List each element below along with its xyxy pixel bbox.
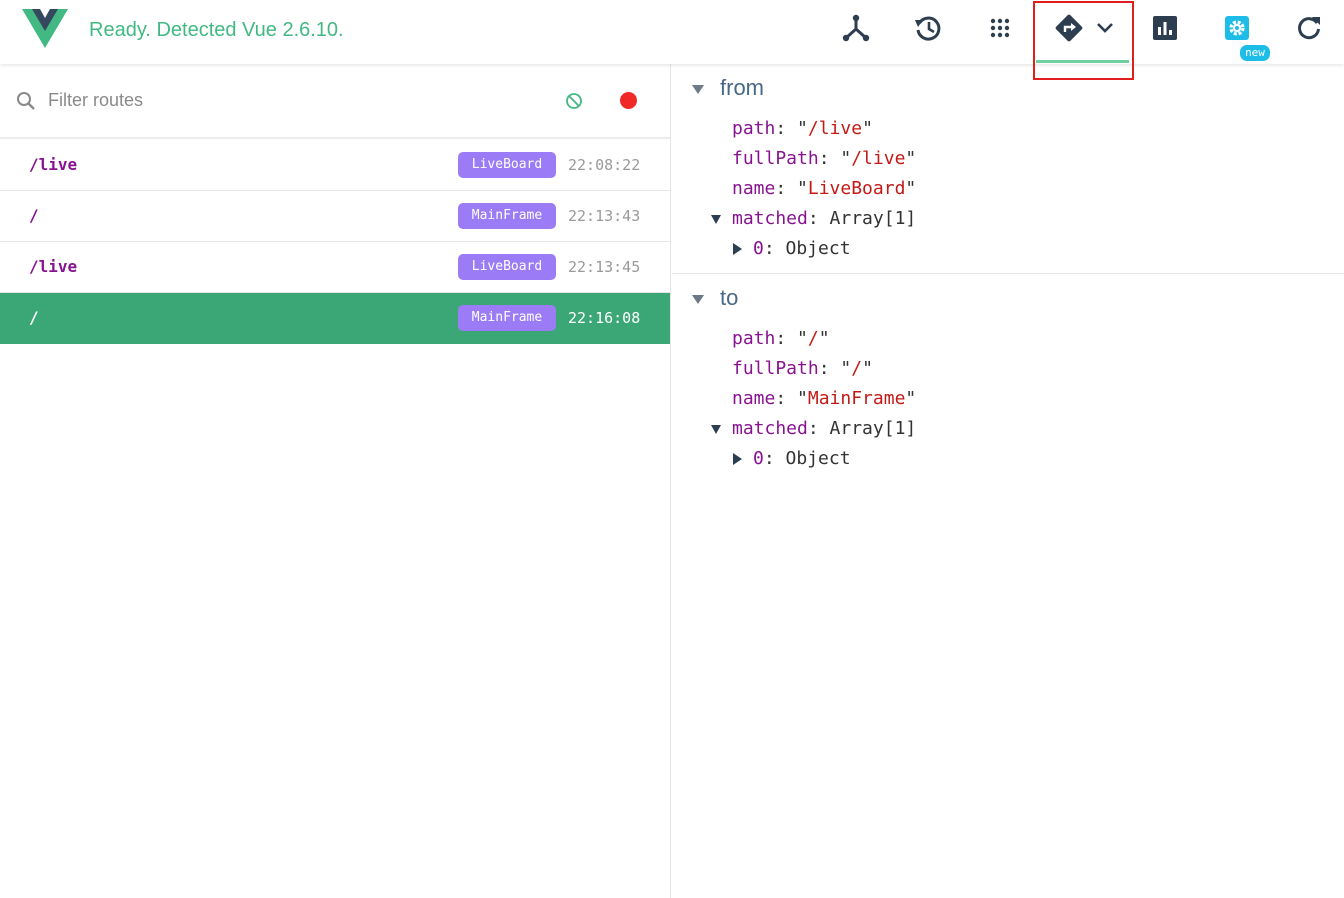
route-path: / [29,206,39,225]
performance-tab[interactable] [1147,12,1183,44]
route-path: /live [29,155,78,174]
settings-icon [1225,16,1249,40]
collapse-arrow-icon [692,294,704,304]
prop-value: Object [785,448,851,469]
route-list: /live LiveBoard 22:08:22 / MainFrame 22:… [0,140,670,344]
prop-key: name [732,178,776,199]
route-time: 22:16:08 [568,309,641,327]
prop-matched[interactable]: matched: Array[1] [732,208,916,229]
prop-key: 0 [753,238,764,259]
route-time: 22:13:43 [568,207,641,225]
route-detail-pane: from path: "/live" fullPath: "/live" nam… [672,64,1344,898]
prop-key: name [732,388,776,409]
route-row[interactable]: /live LiveBoard 22:08:22 [0,140,670,191]
refresh-icon [1298,17,1320,40]
prop-fullpath: fullPath: "/" [732,358,873,379]
components-icon [842,14,870,42]
prop-matched[interactable]: matched: Array[1] [732,418,916,439]
prop-key: matched [732,208,808,229]
record-icon[interactable] [620,92,637,109]
vue-logo [22,9,68,48]
status-text: Ready. Detected Vue 2.6.10. [89,19,344,41]
route-row[interactable]: /live LiveBoard 22:13:45 [0,242,670,293]
new-badge: new [1240,45,1270,61]
vuex-history-tab[interactable] [910,12,946,44]
route-name-tag: MainFrame [458,203,556,229]
prop-key: fullPath [732,148,819,169]
active-tab-indicator [1036,60,1129,63]
prop-key: path [732,328,776,349]
prop-matched-item[interactable]: 0: Object [753,238,851,259]
to-section: to path: "/" fullPath: "/" name: "MainFr… [672,274,1344,494]
collapse-arrow-icon [692,84,704,94]
prop-value: /live [851,148,906,169]
expand-matched-icon[interactable] [711,425,721,434]
prop-fullpath: fullPath: "/live" [732,148,917,169]
prop-value: / [851,358,863,379]
router-tab[interactable] [1052,12,1124,44]
refresh-button[interactable] [1291,12,1327,44]
expand-item-icon[interactable] [733,243,742,255]
prop-value: Object [785,238,851,259]
router-icon [1055,14,1083,42]
to-section-toggle[interactable]: to [692,285,738,311]
route-path: / [29,308,39,327]
expand-matched-icon[interactable] [711,215,721,224]
filter-bar [0,64,670,139]
settings-tab[interactable] [1219,12,1255,44]
from-section-toggle[interactable]: from [692,75,764,101]
prop-key: path [732,118,776,139]
history-icon [915,16,941,41]
app-header: Ready. Detected Vue 2.6.10. new [0,0,1344,64]
prop-matched-item[interactable]: 0: Object [753,448,851,469]
chevron-down-icon [1097,23,1113,33]
performance-icon [1153,16,1177,40]
route-name-tag: LiveBoard [458,152,556,178]
route-row-selected[interactable]: / MainFrame 22:16:08 [0,293,670,344]
prop-value: / [807,328,819,349]
section-title: to [720,285,739,310]
search-icon [17,92,35,110]
routes-pane: /live LiveBoard 22:08:22 / MainFrame 22:… [0,64,671,898]
route-path: /live [29,257,78,276]
prop-key: matched [732,418,808,439]
prop-value: MainFrame [807,388,906,409]
prop-value: /live [807,118,863,139]
components-tab[interactable] [838,12,874,44]
prop-value: Array[1] [829,418,917,439]
route-row[interactable]: / MainFrame 22:13:43 [0,191,670,242]
prop-name: name: "MainFrame" [732,388,917,409]
prop-key: 0 [753,448,764,469]
prop-value: LiveBoard [807,178,906,199]
events-tab[interactable] [982,12,1018,44]
prop-name: name: "LiveBoard" [732,178,917,199]
route-time: 22:08:22 [568,156,641,174]
filter-routes-input[interactable] [48,86,508,114]
prop-key: fullPath [732,358,819,379]
route-name-tag: MainFrame [458,305,556,331]
clear-log-icon[interactable] [565,92,583,110]
section-title: from [720,75,764,100]
prop-value: Array[1] [829,208,917,229]
events-icon [990,18,1010,38]
expand-item-icon[interactable] [733,453,742,465]
from-section: from path: "/live" fullPath: "/live" nam… [672,64,1344,274]
route-time: 22:13:45 [568,258,641,276]
prop-path: path: "/live" [732,118,873,139]
prop-path: path: "/" [732,328,830,349]
route-name-tag: LiveBoard [458,254,556,280]
